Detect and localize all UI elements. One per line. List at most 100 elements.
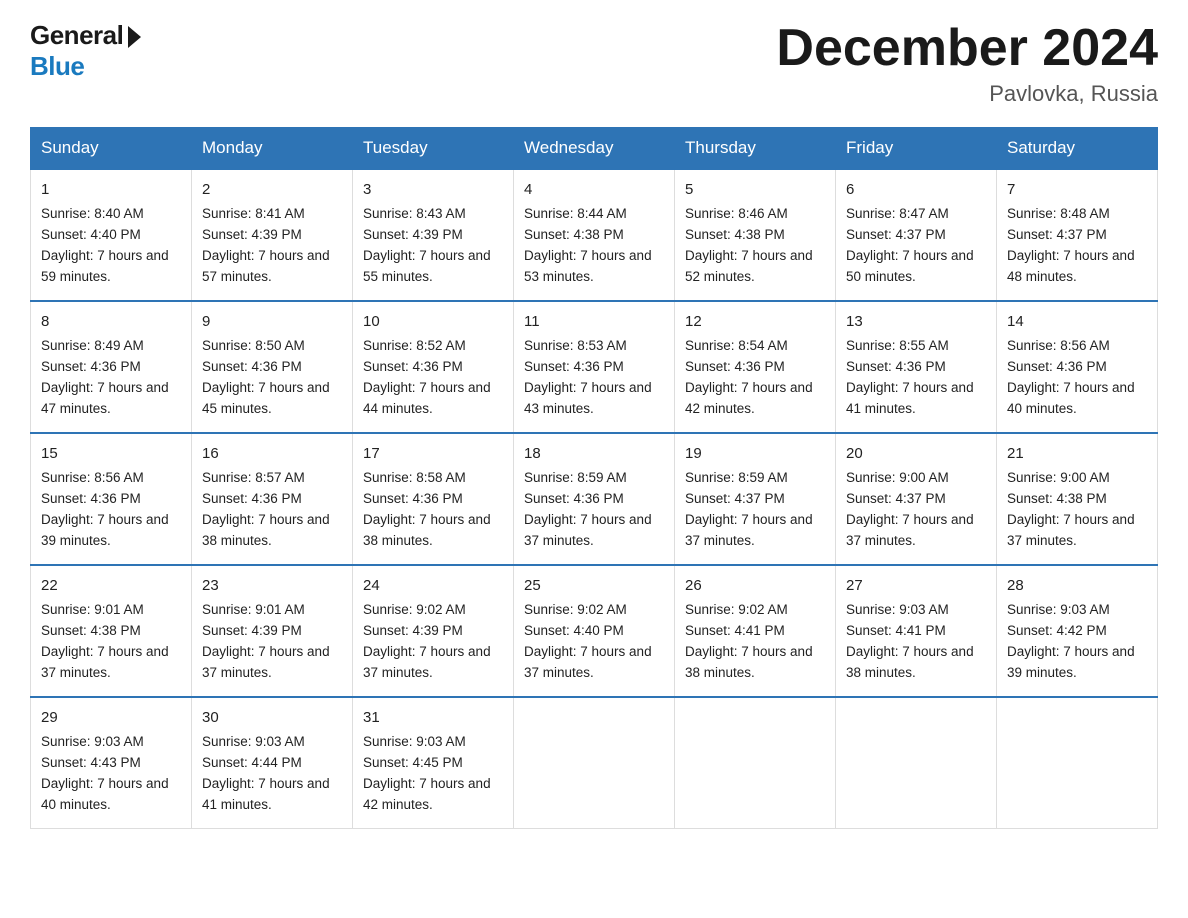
sunrise-label: Sunrise: 9:00 AM	[846, 470, 949, 485]
sunrise-label: Sunrise: 8:50 AM	[202, 338, 305, 353]
calendar-week-4: 22 Sunrise: 9:01 AM Sunset: 4:38 PM Dayl…	[31, 565, 1158, 697]
month-title: December 2024	[776, 20, 1158, 77]
sunrise-label: Sunrise: 8:40 AM	[41, 206, 144, 221]
calendar-cell: 24 Sunrise: 9:02 AM Sunset: 4:39 PM Dayl…	[353, 565, 514, 697]
day-number: 4	[524, 178, 664, 201]
page-header: General Blue December 2024 Pavlovka, Rus…	[30, 20, 1158, 107]
sunset-label: Sunset: 4:36 PM	[41, 359, 141, 374]
calendar-cell	[997, 697, 1158, 828]
sunset-label: Sunset: 4:36 PM	[202, 359, 302, 374]
sunset-label: Sunset: 4:36 PM	[524, 491, 624, 506]
calendar-cell	[836, 697, 997, 828]
title-area: December 2024 Pavlovka, Russia	[776, 20, 1158, 107]
day-number: 20	[846, 442, 986, 465]
calendar-cell: 28 Sunrise: 9:03 AM Sunset: 4:42 PM Dayl…	[997, 565, 1158, 697]
day-number: 5	[685, 178, 825, 201]
daylight-label: Daylight: 7 hours and 38 minutes.	[846, 644, 974, 680]
sunrise-label: Sunrise: 8:47 AM	[846, 206, 949, 221]
day-number: 1	[41, 178, 181, 201]
sunrise-label: Sunrise: 8:46 AM	[685, 206, 788, 221]
daylight-label: Daylight: 7 hours and 39 minutes.	[41, 512, 169, 548]
daylight-label: Daylight: 7 hours and 48 minutes.	[1007, 248, 1135, 284]
calendar-week-3: 15 Sunrise: 8:56 AM Sunset: 4:36 PM Dayl…	[31, 433, 1158, 565]
calendar-cell: 14 Sunrise: 8:56 AM Sunset: 4:36 PM Dayl…	[997, 301, 1158, 433]
calendar-cell: 5 Sunrise: 8:46 AM Sunset: 4:38 PM Dayli…	[675, 169, 836, 301]
day-number: 30	[202, 706, 342, 729]
daylight-label: Daylight: 7 hours and 40 minutes.	[1007, 380, 1135, 416]
daylight-label: Daylight: 7 hours and 53 minutes.	[524, 248, 652, 284]
sunset-label: Sunset: 4:36 PM	[846, 359, 946, 374]
daylight-label: Daylight: 7 hours and 37 minutes.	[685, 512, 813, 548]
calendar-cell: 16 Sunrise: 8:57 AM Sunset: 4:36 PM Dayl…	[192, 433, 353, 565]
sunrise-label: Sunrise: 8:41 AM	[202, 206, 305, 221]
daylight-label: Daylight: 7 hours and 47 minutes.	[41, 380, 169, 416]
sunset-label: Sunset: 4:42 PM	[1007, 623, 1107, 638]
calendar-cell: 12 Sunrise: 8:54 AM Sunset: 4:36 PM Dayl…	[675, 301, 836, 433]
daylight-label: Daylight: 7 hours and 43 minutes.	[524, 380, 652, 416]
sunset-label: Sunset: 4:37 PM	[846, 491, 946, 506]
calendar-week-5: 29 Sunrise: 9:03 AM Sunset: 4:43 PM Dayl…	[31, 697, 1158, 828]
calendar-cell: 2 Sunrise: 8:41 AM Sunset: 4:39 PM Dayli…	[192, 169, 353, 301]
location-subtitle: Pavlovka, Russia	[776, 81, 1158, 107]
daylight-label: Daylight: 7 hours and 55 minutes.	[363, 248, 491, 284]
daylight-label: Daylight: 7 hours and 38 minutes.	[202, 512, 330, 548]
sunset-label: Sunset: 4:41 PM	[685, 623, 785, 638]
sunset-label: Sunset: 4:36 PM	[1007, 359, 1107, 374]
logo-arrow-icon	[128, 26, 141, 48]
day-number: 10	[363, 310, 503, 333]
sunset-label: Sunset: 4:36 PM	[363, 491, 463, 506]
calendar-cell: 18 Sunrise: 8:59 AM Sunset: 4:36 PM Dayl…	[514, 433, 675, 565]
calendar-cell: 27 Sunrise: 9:03 AM Sunset: 4:41 PM Dayl…	[836, 565, 997, 697]
calendar-week-2: 8 Sunrise: 8:49 AM Sunset: 4:36 PM Dayli…	[31, 301, 1158, 433]
calendar-cell: 30 Sunrise: 9:03 AM Sunset: 4:44 PM Dayl…	[192, 697, 353, 828]
day-number: 31	[363, 706, 503, 729]
sunset-label: Sunset: 4:39 PM	[363, 227, 463, 242]
sunrise-label: Sunrise: 8:54 AM	[685, 338, 788, 353]
calendar-cell: 13 Sunrise: 8:55 AM Sunset: 4:36 PM Dayl…	[836, 301, 997, 433]
col-tuesday: Tuesday	[353, 128, 514, 170]
sunset-label: Sunset: 4:44 PM	[202, 755, 302, 770]
calendar-cell: 25 Sunrise: 9:02 AM Sunset: 4:40 PM Dayl…	[514, 565, 675, 697]
sunrise-label: Sunrise: 8:53 AM	[524, 338, 627, 353]
calendar-cell: 22 Sunrise: 9:01 AM Sunset: 4:38 PM Dayl…	[31, 565, 192, 697]
calendar-cell: 17 Sunrise: 8:58 AM Sunset: 4:36 PM Dayl…	[353, 433, 514, 565]
sunset-label: Sunset: 4:45 PM	[363, 755, 463, 770]
sunset-label: Sunset: 4:40 PM	[524, 623, 624, 638]
calendar-cell: 29 Sunrise: 9:03 AM Sunset: 4:43 PM Dayl…	[31, 697, 192, 828]
day-number: 15	[41, 442, 181, 465]
daylight-label: Daylight: 7 hours and 41 minutes.	[202, 776, 330, 812]
calendar-cell: 20 Sunrise: 9:00 AM Sunset: 4:37 PM Dayl…	[836, 433, 997, 565]
calendar-cell: 7 Sunrise: 8:48 AM Sunset: 4:37 PM Dayli…	[997, 169, 1158, 301]
sunrise-label: Sunrise: 8:57 AM	[202, 470, 305, 485]
sunset-label: Sunset: 4:40 PM	[41, 227, 141, 242]
day-number: 11	[524, 310, 664, 333]
calendar-header-row: Sunday Monday Tuesday Wednesday Thursday…	[31, 128, 1158, 170]
calendar-cell: 15 Sunrise: 8:56 AM Sunset: 4:36 PM Dayl…	[31, 433, 192, 565]
sunrise-label: Sunrise: 9:02 AM	[524, 602, 627, 617]
day-number: 16	[202, 442, 342, 465]
daylight-label: Daylight: 7 hours and 38 minutes.	[363, 512, 491, 548]
sunrise-label: Sunrise: 9:03 AM	[1007, 602, 1110, 617]
day-number: 26	[685, 574, 825, 597]
daylight-label: Daylight: 7 hours and 59 minutes.	[41, 248, 169, 284]
sunset-label: Sunset: 4:37 PM	[846, 227, 946, 242]
daylight-label: Daylight: 7 hours and 57 minutes.	[202, 248, 330, 284]
day-number: 19	[685, 442, 825, 465]
sunset-label: Sunset: 4:38 PM	[1007, 491, 1107, 506]
logo: General Blue	[30, 20, 141, 82]
day-number: 3	[363, 178, 503, 201]
daylight-label: Daylight: 7 hours and 37 minutes.	[363, 644, 491, 680]
calendar-cell: 23 Sunrise: 9:01 AM Sunset: 4:39 PM Dayl…	[192, 565, 353, 697]
sunrise-label: Sunrise: 9:03 AM	[41, 734, 144, 749]
sunrise-label: Sunrise: 8:56 AM	[1007, 338, 1110, 353]
calendar-week-1: 1 Sunrise: 8:40 AM Sunset: 4:40 PM Dayli…	[31, 169, 1158, 301]
sunrise-label: Sunrise: 8:55 AM	[846, 338, 949, 353]
daylight-label: Daylight: 7 hours and 37 minutes.	[524, 644, 652, 680]
calendar-cell: 31 Sunrise: 9:03 AM Sunset: 4:45 PM Dayl…	[353, 697, 514, 828]
day-number: 13	[846, 310, 986, 333]
day-number: 21	[1007, 442, 1147, 465]
col-thursday: Thursday	[675, 128, 836, 170]
calendar-cell: 8 Sunrise: 8:49 AM Sunset: 4:36 PM Dayli…	[31, 301, 192, 433]
sunset-label: Sunset: 4:39 PM	[202, 623, 302, 638]
sunset-label: Sunset: 4:36 PM	[202, 491, 302, 506]
